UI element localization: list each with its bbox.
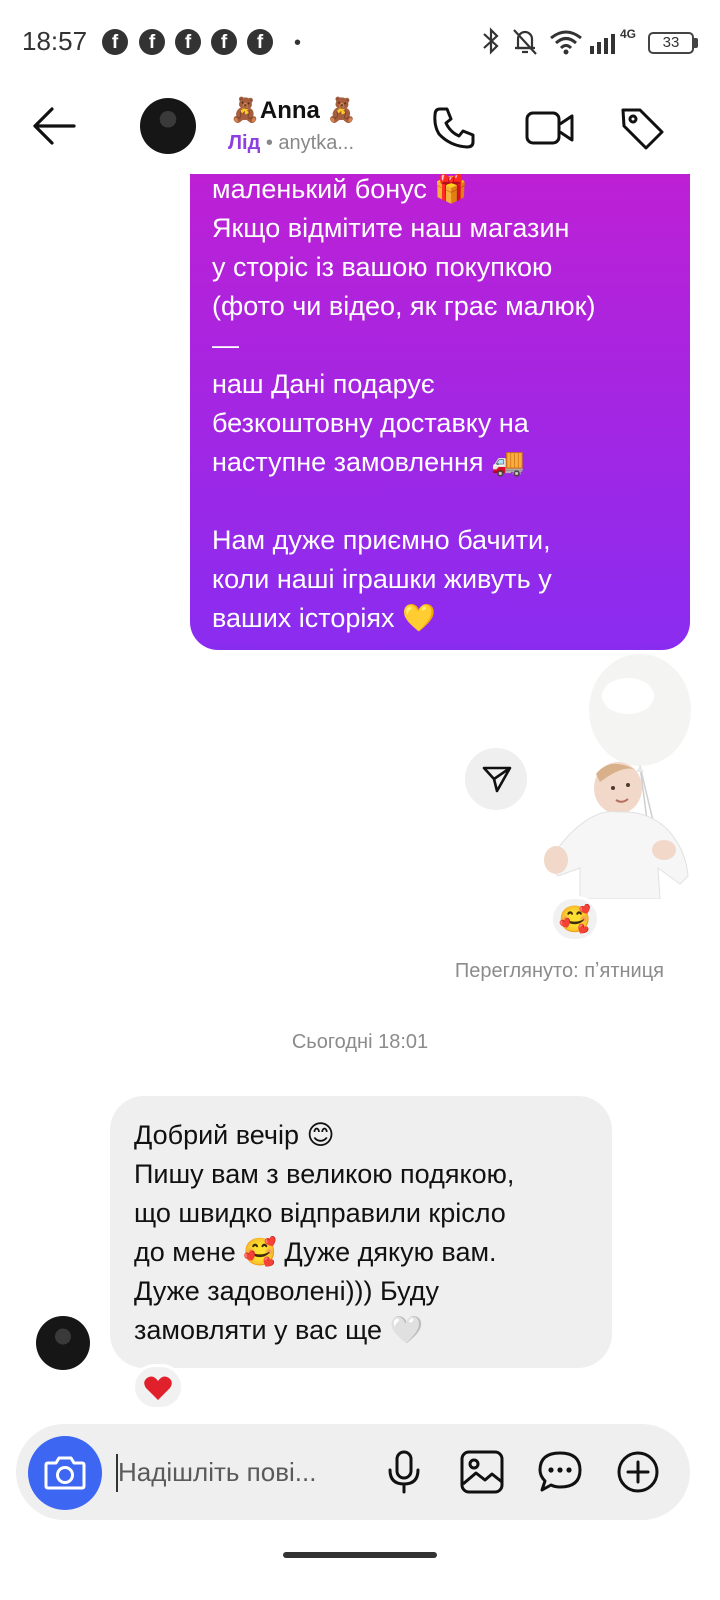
incoming-message-bubble[interactable]: Добрий вечір 😊 Пишу вам з великою подяко… [110, 1096, 612, 1368]
battery-tip [694, 38, 698, 48]
sticker-reaction[interactable]: 🥰 [550, 896, 600, 942]
phone-call-icon[interactable] [430, 104, 478, 152]
message-line: наступне замовлення 🚚 [212, 447, 525, 477]
message-line: маленький бонус 🎁 [212, 174, 469, 204]
seen-status: Переглянуто: пʼятниця [454, 960, 664, 982]
wifi-icon [550, 30, 582, 55]
more-notifications-dot: • [294, 32, 302, 54]
child-with-balloon-sticker[interactable] [540, 654, 692, 899]
mute-bell-icon [513, 29, 537, 55]
outgoing-message-bubble[interactable]: маленький бонус 🎁 Якщо відмітите наш маг… [190, 174, 690, 650]
message-line: замовляти у вас ще 🤍 [134, 1315, 424, 1345]
contact-username: anytka... [278, 132, 355, 154]
facebook-icon: f [247, 29, 273, 55]
sticker-chat-icon[interactable] [536, 1448, 584, 1496]
facebook-icon: f [139, 29, 165, 55]
share-icon[interactable] [465, 748, 527, 810]
cellular-signal-icon: 4G [590, 27, 636, 54]
facebook-icon: f [102, 29, 128, 55]
sender-avatar[interactable] [36, 1316, 90, 1370]
chat-header: 🧸Anna 🧸 Лід • anytka... [0, 84, 720, 174]
status-bar: 18:57 f f f f f • 4G 33 [0, 0, 720, 84]
message-line: Добрий вечір 😊 [134, 1120, 335, 1150]
contact-avatar[interactable] [140, 98, 196, 154]
message-line: коли наші іграшки живуть у [212, 564, 552, 594]
network-type-label: 4G [620, 27, 636, 41]
subtitle-separator: • [260, 132, 279, 154]
gallery-icon[interactable] [458, 1448, 506, 1496]
status-time: 18:57 [22, 26, 88, 56]
bluetooth-icon [483, 27, 499, 55]
facebook-icon: f [175, 29, 201, 55]
label-tag-icon[interactable] [618, 104, 666, 152]
heart-icon [144, 1376, 172, 1400]
message-line: — [212, 330, 239, 360]
message-line: (фото чи відео, як грає малюк) [212, 291, 596, 321]
battery-icon: 33 [648, 32, 694, 54]
message-line: що швидко відправили крісло [134, 1198, 506, 1228]
message-line: Дуже задоволені))) Буду [134, 1276, 440, 1306]
message-composer [16, 1424, 690, 1520]
message-line: Нам дуже приємно бачити, [212, 525, 551, 555]
battery-level: 33 [662, 34, 680, 51]
add-more-icon[interactable] [614, 1448, 662, 1496]
message-line: наш Дані подарує [212, 369, 435, 399]
message-line: Пишу вам з великою подякою, [134, 1159, 515, 1189]
message-input[interactable] [118, 1450, 368, 1494]
back-arrow-icon[interactable] [30, 104, 78, 148]
facebook-icon: f [211, 29, 237, 55]
microphone-icon[interactable] [380, 1448, 428, 1496]
home-indicator[interactable] [283, 1552, 437, 1558]
camera-icon [44, 1456, 86, 1490]
message-line: ваших історіях 💛 [212, 603, 436, 633]
camera-button[interactable] [28, 1436, 102, 1510]
reaction-emoji: 🥰 [558, 904, 592, 934]
message-reaction[interactable] [132, 1364, 184, 1410]
contact-subtitle[interactable]: Лід • anytka... [228, 132, 354, 155]
message-line: безкоштовну доставку на [212, 408, 529, 438]
lead-label: Лід [228, 132, 261, 154]
message-thread[interactable]: маленький бонус 🎁 Якщо відмітите наш маг… [0, 174, 720, 1424]
date-separator: Сьогодні 18:01 [291, 1031, 429, 1053]
message-line: до мене 🥰 Дуже дякую вам. [134, 1237, 497, 1267]
message-line: Якщо відмітите наш магазин [212, 213, 570, 243]
message-line [212, 482, 668, 521]
message-line: у сторіс із вашою покупкою [212, 252, 553, 282]
contact-name[interactable]: 🧸Anna 🧸 [230, 96, 356, 125]
video-call-icon[interactable] [524, 104, 576, 152]
